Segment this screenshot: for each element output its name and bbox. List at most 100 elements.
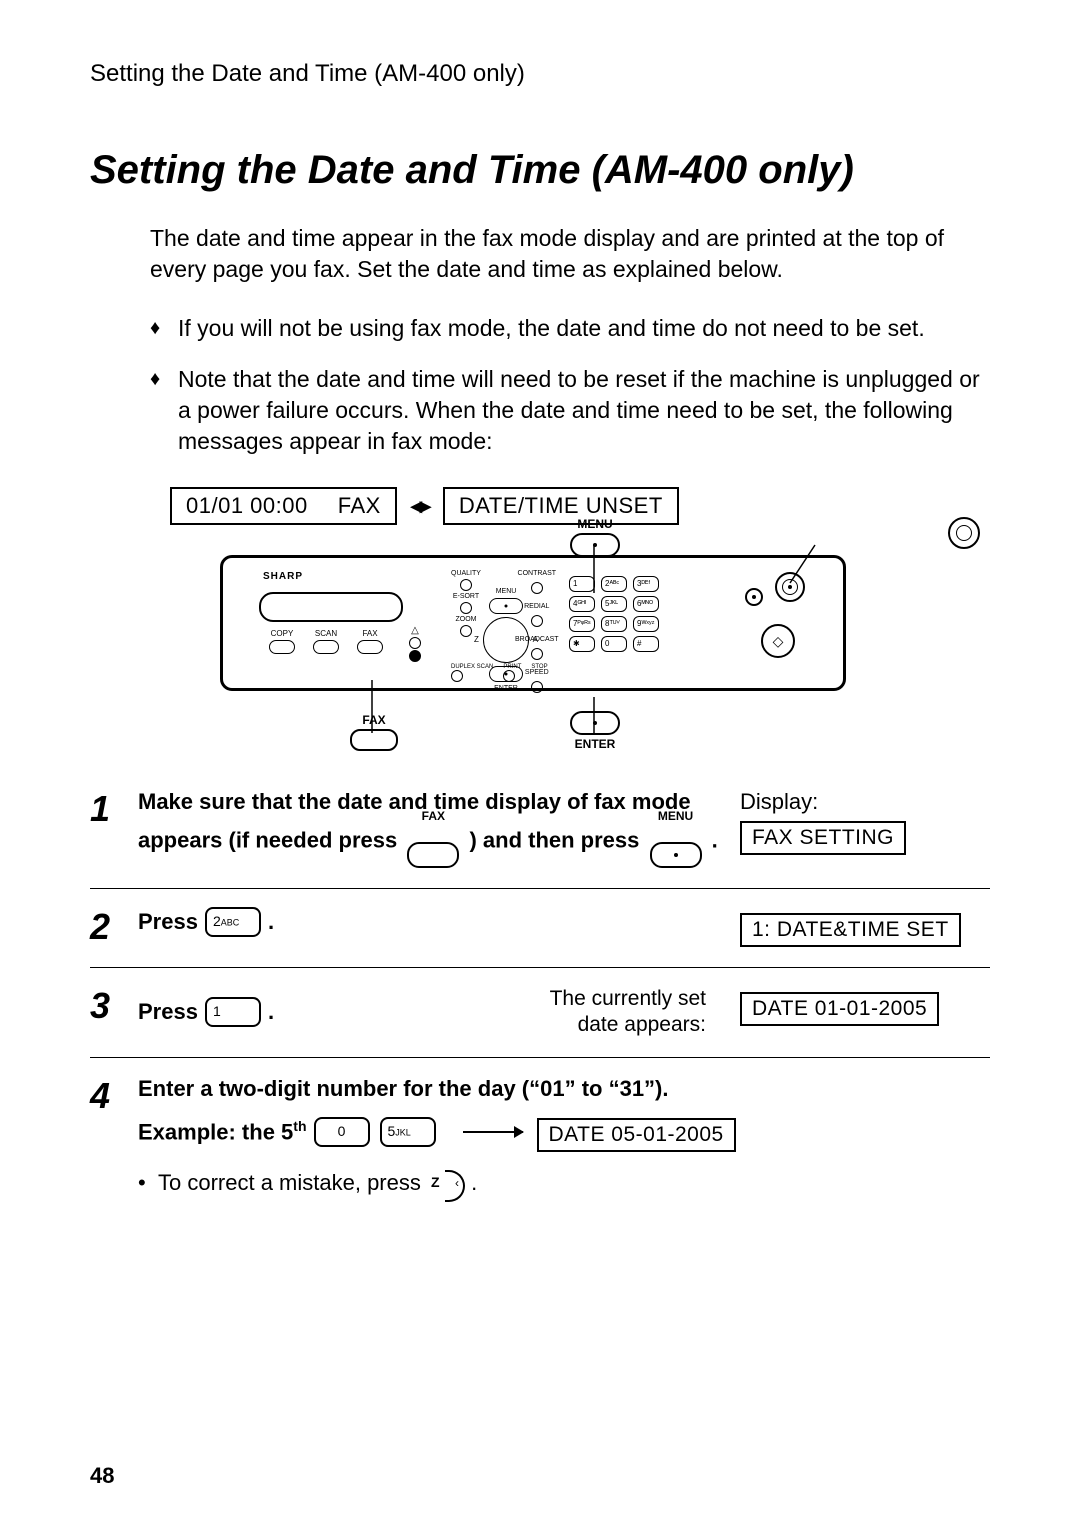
page-number: 48: [90, 1463, 114, 1489]
esort-label: E-SORT: [453, 593, 479, 600]
contrast-label: CONTRAST: [518, 570, 557, 577]
key-8: 8ᵀᵁⱽ: [601, 616, 627, 632]
callout-menu-label: MENU: [570, 517, 620, 531]
step-3-display-box: DATE 01-01-2005: [740, 992, 939, 1026]
step-2-body: Press 2ABC .: [138, 907, 720, 937]
menu-small-label: MENU: [496, 588, 517, 595]
scan-button-icon: [313, 640, 339, 654]
control-panel-diagram: MENU SHARP COPY SCAN FAX △ QUALITY: [220, 555, 990, 691]
keycap-2: 2ABC: [205, 907, 261, 937]
key-5: 5ᴶᴷᴸ: [601, 596, 627, 612]
step-1: 1 Make sure that the date and time displ…: [90, 771, 990, 889]
key-6: 6ᴹᴺᴼ: [633, 596, 659, 612]
menu-key-icon: [650, 842, 702, 868]
step-4-number: 4: [90, 1076, 138, 1114]
z-back-key-icon: Z ‹: [431, 1170, 465, 1198]
lcd-left-date: 01/01 00:00: [186, 493, 308, 519]
stop-button-icon: [948, 517, 980, 549]
esort-button-icon: [460, 602, 472, 614]
key-2: 2ᴬᴮᶜ: [601, 576, 627, 592]
mode-fax-label: FAX: [362, 629, 377, 638]
step-4-display-box: DATE 05-01-2005: [537, 1118, 736, 1152]
zoom-label: ZOOM: [455, 616, 476, 623]
step-1-side: Display: FAX SETTING: [720, 789, 990, 855]
redial-label: REDIAL: [524, 603, 549, 610]
step-1-period: .: [712, 828, 718, 853]
arrow-right-icon: [463, 1131, 523, 1133]
fax-button-icon: [357, 640, 383, 654]
callout-enter-label: ENTER: [570, 737, 620, 751]
step-1-display-label: Display:: [740, 789, 818, 814]
step-1-body: Make sure that the date and time display…: [138, 789, 720, 868]
zoom-button-icon: [460, 625, 472, 637]
lcd-arrows-icon: ◂▸: [411, 493, 429, 519]
right-controls: CONTRAST REDIAL BROADCAST SPEED: [515, 570, 559, 693]
step-2: 2 Press 2ABC . 1: DATE&TIME SET: [90, 889, 990, 968]
indicator-stack: △: [409, 626, 421, 662]
intro-paragraph: The date and time appear in the fax mode…: [150, 223, 990, 285]
callout-fax: FAX: [350, 713, 398, 751]
mode-scan-label: SCAN: [315, 629, 337, 638]
step-3-body: Press 1 . The currently setdate appears:: [138, 986, 720, 1036]
quality-button-icon: [460, 579, 472, 591]
mode-copy-label: COPY: [271, 629, 294, 638]
step-3-mid-text: The currently setdate appears:: [496, 986, 720, 1036]
step-3-period: .: [268, 999, 274, 1024]
step-2-display-box: 1: DATE&TIME SET: [740, 913, 961, 947]
lcd-left-mode: FAX: [338, 493, 381, 519]
step-2-number: 2: [90, 907, 138, 945]
lcd-right-text: DATE/TIME UNSET: [459, 493, 663, 519]
step-3-press: Press: [138, 999, 198, 1024]
step-2-side: 1: DATE&TIME SET: [720, 907, 990, 947]
callout-menu: MENU: [570, 517, 620, 557]
step-4-correct-period: .: [471, 1170, 477, 1195]
panel-power-icon: [745, 588, 763, 606]
panel-lcd: [259, 592, 403, 622]
bullet-1: If you will not be using fax mode, the d…: [150, 313, 990, 344]
key-hash: #: [633, 636, 659, 652]
key-1: 1: [569, 576, 595, 592]
callout-enter: ENTER: [570, 711, 620, 751]
key-3: 3ᴰᴱᶠ: [633, 576, 659, 592]
quality-label: QUALITY: [451, 570, 481, 577]
step-3-side: DATE 01-01-2005: [720, 986, 990, 1026]
key-4: 4ᴳᴴᴵ: [569, 596, 595, 612]
numeric-keypad: 1 2ᴬᴮᶜ 3ᴰᴱᶠ 4ᴳᴴᴵ 5ᴶᴷᴸ 6ᴹᴺᴼ 7ᴾᵠᴿˢ 8ᵀᵁⱽ 9ᵂ…: [569, 576, 659, 652]
callout-fax-label: FAX: [350, 713, 398, 727]
panel-stop-icon: [775, 572, 805, 602]
mode-buttons: COPY SCAN FAX: [269, 630, 383, 654]
page-title: Setting the Date and Time (AM-400 only): [90, 148, 990, 193]
step-4: 4 Enter a two-digit number for the day (…: [90, 1058, 990, 1218]
step-4-correct-text: To correct a mistake, press: [158, 1170, 427, 1195]
key-7: 7ᴾᵠᴿˢ: [569, 616, 595, 632]
keycap-5: 5JKL: [380, 1117, 436, 1147]
menu-button-icon: [570, 533, 620, 557]
lcd-right-box: DATE/TIME UNSET: [443, 487, 679, 525]
step-4-line1: Enter a two-digit number for the day (“0…: [138, 1076, 669, 1101]
lcd-left-box: 01/01 00:00 FAX: [170, 487, 397, 525]
step-4-example-label: Example: the 5: [138, 1120, 293, 1145]
step-2-press: Press: [138, 909, 198, 934]
step-4-example-sup: th: [293, 1118, 306, 1134]
step-4-body: Enter a two-digit number for the day (“0…: [138, 1076, 990, 1198]
speed-label: SPEED: [525, 669, 549, 676]
step-1-number: 1: [90, 789, 138, 827]
steps-list: 1 Make sure that the date and time displ…: [90, 771, 990, 1218]
brand-label: SHARP: [263, 572, 303, 582]
running-header: Setting the Date and Time (AM-400 only): [90, 60, 990, 88]
enter-button-large-icon: [570, 711, 620, 735]
step-3-number: 3: [90, 986, 138, 1024]
center-controls: QUALITY E-SORT ZOOM: [451, 570, 481, 645]
control-panel: SHARP COPY SCAN FAX △ QUALITY E-SORT ZOO…: [220, 555, 846, 691]
callout-stop: [948, 517, 980, 549]
fax-key-icon: [407, 842, 459, 868]
fax-button-large-icon: [350, 729, 398, 751]
keycap-0: 0: [314, 1117, 370, 1147]
keycap-1: 1: [205, 997, 261, 1027]
step-4-correct: To correct a mistake, press Z ‹ .: [138, 1170, 990, 1198]
step-1-text-b: ) and then press: [469, 828, 645, 853]
step-1-menu-label: MENU: [658, 809, 693, 823]
copy-button-icon: [269, 640, 295, 654]
key-0: 0: [601, 636, 627, 652]
step-2-period: .: [268, 909, 274, 934]
